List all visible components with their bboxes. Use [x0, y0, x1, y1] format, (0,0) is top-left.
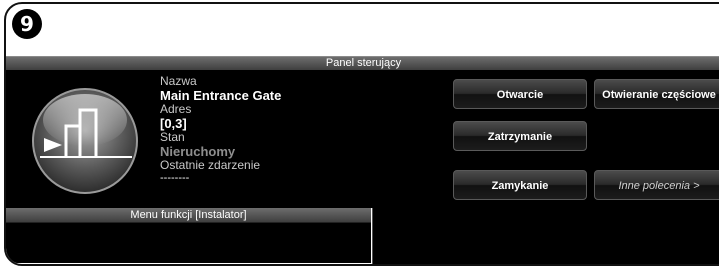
app-window: 9 Panel sterujący Nazwa Main Entrance Ga… — [4, 2, 719, 266]
name-value: Main Entrance Gate — [160, 88, 282, 103]
address-value: [0,3] — [160, 116, 187, 131]
close-button[interactable]: Zamykanie — [453, 170, 587, 200]
step-number-badge: 9 — [12, 9, 42, 39]
last-event-label: Ostatnie zdarzenie — [160, 158, 261, 172]
stop-button[interactable]: Zatrzymanie — [453, 121, 587, 151]
open-button[interactable]: Otwarcie — [453, 79, 587, 109]
other-commands-button[interactable]: Inne polecenia > — [594, 170, 719, 200]
address-label: Adres — [160, 102, 192, 116]
gate-info: Nazwa Main Entrance Gate Adres [0,3] Sta… — [160, 74, 440, 185]
status-value: Nieruchomy — [160, 144, 236, 159]
gate-icon — [32, 88, 138, 194]
panel-title: Panel sterujący — [6, 56, 719, 71]
last-event-value: -------- — [160, 172, 190, 184]
status-label: Stan — [160, 130, 185, 144]
menu-title: Menu funkcji [Instalator] — [6, 208, 371, 223]
name-label: Nazwa — [160, 74, 197, 88]
control-panel: Nazwa Main Entrance Gate Adres [0,3] Sta… — [6, 70, 719, 208]
partial-open-button[interactable]: Otwieranie częściowe — [594, 79, 719, 109]
menu-body — [6, 223, 371, 263]
right-panel — [372, 208, 719, 264]
